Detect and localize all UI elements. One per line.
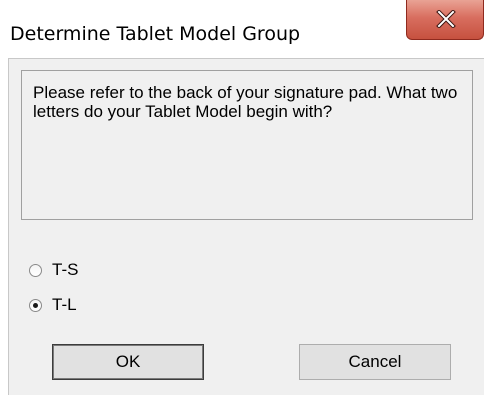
ok-button[interactable]: OK <box>52 344 204 380</box>
message-panel: Please refer to the back of your signatu… <box>21 70 473 220</box>
radio-selected-dot <box>33 302 38 308</box>
close-icon <box>436 10 456 28</box>
cancel-button[interactable]: Cancel <box>299 344 451 380</box>
dialog-window: Determine Tablet Model Group Please refe… <box>0 0 484 395</box>
radio-label-t-l[interactable]: T-L <box>52 295 77 315</box>
radio-button-t-l[interactable] <box>29 298 42 312</box>
radio-button-t-s[interactable] <box>29 263 42 277</box>
radio-option-t-l[interactable]: T-L <box>29 294 77 316</box>
dialog-body: Please refer to the back of your signatu… <box>8 58 484 395</box>
radio-label-t-s[interactable]: T-S <box>52 260 78 280</box>
radio-option-t-s[interactable]: T-S <box>29 259 78 281</box>
close-button[interactable] <box>406 0 484 40</box>
message-text: Please refer to the back of your signatu… <box>33 83 458 121</box>
title-bar[interactable]: Determine Tablet Model Group <box>0 0 484 58</box>
window-title: Determine Tablet Model Group <box>10 23 301 45</box>
